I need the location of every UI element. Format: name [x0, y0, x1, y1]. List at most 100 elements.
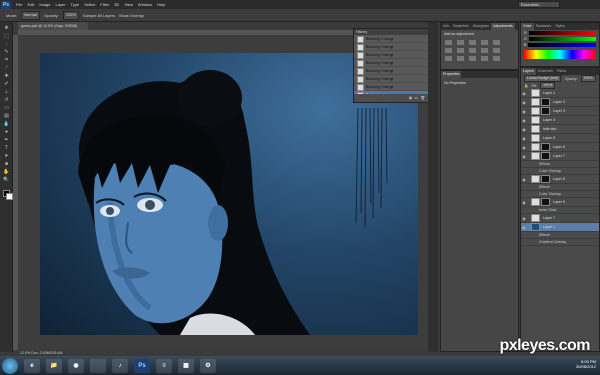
eraser-tool-icon[interactable]: ▭	[3, 106, 10, 111]
show-overlay-checkbox[interactable]: Show Overlay	[119, 13, 144, 18]
brightness-icon[interactable]	[445, 40, 452, 45]
layer-row[interactable]: ◉ Layer 9	[521, 198, 599, 207]
menu-type[interactable]: Type	[71, 2, 80, 7]
layer-effect-item[interactable]: Color Overlay	[521, 168, 599, 175]
chrome-icon[interactable]: ◉	[68, 358, 84, 373]
menu-help[interactable]: Help	[157, 2, 165, 7]
firefox-icon[interactable]	[90, 358, 106, 373]
tab-swatches[interactable]: Swatches	[534, 23, 554, 30]
layer-effect-item[interactable]: Inner Glow	[521, 207, 599, 214]
hand-tool-icon[interactable]: ✋	[3, 170, 10, 175]
menu-layer[interactable]: Layer	[55, 2, 65, 7]
photo-filter-icon[interactable]	[481, 48, 488, 53]
layer-row[interactable]: ◉ Layer 8	[521, 175, 599, 184]
levels-icon[interactable]	[457, 40, 464, 45]
tab-styles[interactable]: Styles	[553, 23, 567, 30]
color-spectrum[interactable]	[524, 50, 596, 59]
threshold-icon[interactable]	[469, 56, 476, 61]
posterize-icon[interactable]	[457, 56, 464, 61]
tab-layers[interactable]: Layers	[521, 68, 536, 75]
healing-tool-icon[interactable]: ✚	[3, 74, 10, 79]
menu-view[interactable]: View	[124, 2, 133, 7]
layer-row[interactable]: ◉ Layer 3	[521, 107, 599, 116]
lasso-tool-icon[interactable]: ◌	[3, 42, 10, 47]
menu-edit[interactable]: Edit	[27, 2, 34, 7]
menu-window[interactable]: Window	[138, 2, 152, 7]
tab-info[interactable]: Info	[441, 23, 451, 30]
lock-icon[interactable]: 🔒	[524, 84, 528, 88]
eye-icon[interactable]: ◉	[521, 100, 527, 105]
history-step[interactable]: Blending Change	[354, 43, 429, 51]
layer-row[interactable]: ◉ fwfe blur	[521, 125, 599, 134]
layer-fill-field[interactable]: 100%	[540, 82, 556, 89]
blue-slider[interactable]: B	[521, 42, 599, 48]
gradient-tool-icon[interactable]: ▤	[3, 114, 10, 119]
layer-row[interactable]: ◉ Layer 7	[521, 214, 599, 223]
layer-row-selected[interactable]: ◉ Layer 1	[521, 223, 599, 232]
app-icon[interactable]: ≡	[156, 358, 172, 373]
eye-icon[interactable]: ◉	[521, 154, 527, 159]
folder-icon[interactable]: 📁	[46, 358, 62, 373]
eye-icon[interactable]: ◉	[521, 225, 527, 230]
tab-histogram[interactable]: Histogram	[471, 23, 491, 30]
layer-row[interactable]: ◉ Layer 7	[521, 152, 599, 161]
gradient-map-icon[interactable]	[481, 56, 488, 61]
hue-sat-icon[interactable]	[445, 48, 452, 53]
history-step[interactable]: Blending Change	[354, 83, 429, 91]
history-step[interactable]: Blending Change	[354, 51, 429, 59]
eye-icon[interactable]: ◉	[521, 136, 527, 141]
menu-3d[interactable]: 3D	[114, 2, 119, 7]
marquee-tool-icon[interactable]: ⬚	[3, 34, 10, 39]
invert-icon[interactable]	[445, 56, 452, 61]
color-swatches-icon[interactable]	[3, 190, 13, 200]
layer-effects-row[interactable]: Effects	[521, 232, 599, 239]
layer-row[interactable]: ◉ Layer 5	[521, 134, 599, 143]
mode-select[interactable]: Normal	[21, 10, 41, 20]
history-step[interactable]: Blending Change	[354, 59, 429, 67]
selective-color-icon[interactable]	[493, 56, 500, 61]
workspace-switcher[interactable]: Essentials	[518, 1, 560, 8]
type-tool-icon[interactable]: T	[3, 146, 10, 151]
exposure-icon[interactable]	[481, 40, 488, 45]
eye-icon[interactable]: ◉	[521, 127, 527, 132]
pen-tool-icon[interactable]: ✒	[3, 138, 10, 143]
dodge-tool-icon[interactable]: ●	[3, 130, 10, 135]
eye-icon[interactable]: ◉	[521, 200, 527, 205]
snapshot-icon[interactable]: ▣	[409, 96, 412, 100]
sample-all-layers-checkbox[interactable]: Sample All Layers	[83, 13, 115, 18]
crop-tool-icon[interactable]: ⌗	[3, 58, 10, 63]
eye-icon[interactable]: ◉	[521, 216, 527, 221]
tab-adjustments[interactable]: Adjustments	[490, 23, 515, 30]
media-icon[interactable]: ♪	[112, 358, 128, 373]
eye-icon[interactable]: ◉	[521, 177, 527, 182]
brush-tool-icon[interactable]: ✐	[3, 82, 10, 87]
move-tool-icon[interactable]: ✥	[3, 26, 10, 31]
document-tab[interactable]: guess.psd @ 12.5% (Gapi, RGB/8)	[18, 22, 88, 30]
zoom-tool-icon[interactable]: 🔍	[3, 178, 10, 183]
layer-row[interactable]: ◉ Layer 1	[521, 89, 599, 98]
curves-icon[interactable]	[469, 40, 476, 45]
tab-color[interactable]: Color	[521, 23, 534, 30]
history-brush-tool-icon[interactable]: ↺	[3, 98, 10, 103]
history-step[interactable]: Blending Change	[354, 75, 429, 83]
eye-icon[interactable]: ◉	[521, 118, 527, 123]
tab-swatches[interactable]: Swatches	[451, 23, 471, 30]
eye-icon[interactable]: ◉	[521, 109, 527, 114]
layer-row[interactable]: ◉ Layer 4	[521, 116, 599, 125]
channel-mixer-icon[interactable]	[493, 48, 500, 53]
bw-icon[interactable]	[469, 48, 476, 53]
layer-row[interactable]: ◉ Layer 6	[521, 143, 599, 152]
start-button[interactable]	[2, 357, 18, 374]
layer-opacity-field[interactable]: 100%	[580, 75, 596, 82]
quick-select-tool-icon[interactable]: ✎	[3, 50, 10, 55]
ie-icon[interactable]: e	[24, 358, 40, 373]
layer-effects-row[interactable]: Effects	[521, 161, 599, 168]
blend-mode-select[interactable]: Linear Dodge (Add)	[524, 75, 562, 82]
opacity-field[interactable]: 100%	[62, 10, 79, 20]
eyedropper-tool-icon[interactable]: ⟋	[3, 66, 10, 71]
app-icon[interactable]: ⚙	[200, 358, 216, 373]
color-balance-icon[interactable]	[457, 48, 464, 53]
vibrance-icon[interactable]	[493, 40, 500, 45]
menu-file[interactable]: File	[16, 2, 22, 7]
eye-icon[interactable]: ◉	[521, 91, 527, 96]
